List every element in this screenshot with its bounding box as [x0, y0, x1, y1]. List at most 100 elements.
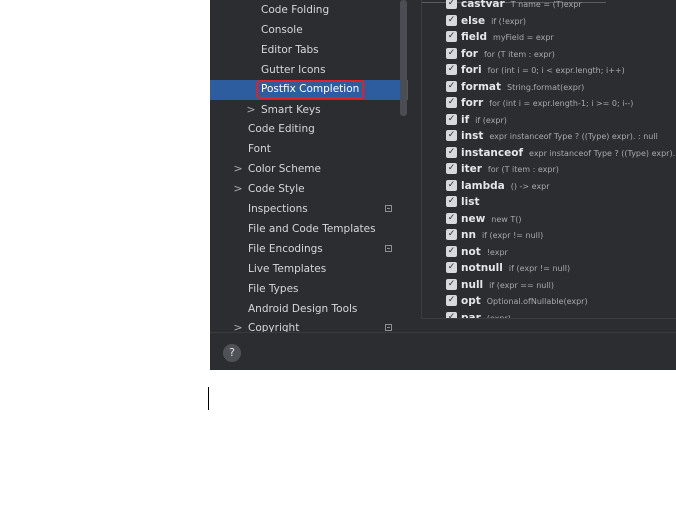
template-checkbox[interactable]: ✓ [446, 196, 457, 208]
sidebar-item[interactable]: Android Design Tools [210, 299, 408, 319]
template-checkbox[interactable]: ✓ [446, 262, 457, 274]
template-example: (expr) [486, 313, 511, 319]
template-key: null if (expr == null) [461, 277, 554, 294]
chevron-right-icon[interactable]: > [232, 318, 244, 332]
sidebar-item-label: File and Code Templates [248, 222, 376, 235]
sidebar-item[interactable]: > Smart Keys [210, 100, 408, 120]
template-checkbox[interactable]: ✓ [446, 31, 457, 43]
sidebar-item[interactable]: Console [210, 20, 408, 40]
sidebar-item[interactable]: Editor Tabs [210, 40, 408, 60]
template-example: !expr [486, 247, 508, 257]
template-key-text: par [461, 311, 481, 319]
template-checkbox[interactable]: ✓ [446, 0, 457, 9]
project-scope-icon [385, 244, 392, 252]
template-example: if (expr) [475, 115, 507, 125]
template-key-text: format [461, 80, 502, 93]
template-example: new T() [491, 214, 522, 224]
template-checkbox[interactable]: ✓ [446, 229, 457, 241]
sidebar-item[interactable]: File Encodings [210, 239, 408, 259]
template-example: if (expr == null) [489, 280, 554, 290]
sidebar-item-label: Postfix Completion [255, 79, 365, 99]
dialog-bottom-bar: ? [210, 332, 676, 370]
sidebar-item-label: Code Editing [248, 123, 315, 136]
template-key-text: if [461, 113, 470, 126]
sidebar-item-label: Smart Keys [261, 103, 321, 116]
sidebar-item-label: File Types [248, 282, 299, 295]
template-example: if (expr != null) [508, 264, 571, 274]
template-checkbox[interactable]: ✓ [446, 64, 457, 76]
sidebar-item[interactable]: > Code Style [210, 179, 408, 199]
template-key: else if (!expr) [461, 13, 526, 30]
template-example: myField = expr [493, 33, 554, 43]
template-example: () -> expr [510, 181, 550, 191]
template-key: if if (expr) [461, 112, 507, 129]
sidebar-item[interactable]: Postfix Completion [210, 79, 408, 100]
sidebar-item[interactable]: File and Code Templates [210, 219, 408, 239]
sidebar-item-label: Code Folding [261, 4, 330, 16]
template-example: expr instanceof Type ? ((Type) expr). : … [489, 132, 658, 142]
template-key: not !expr [461, 244, 508, 261]
template-example: String.format(expr) [507, 82, 585, 92]
template-checkbox[interactable]: ✓ [446, 311, 457, 318]
template-checkbox[interactable]: ✓ [446, 14, 457, 26]
template-key: inst expr instanceof Type ? ((Type) expr)… [461, 128, 658, 145]
template-key-text: nn [461, 229, 476, 242]
template-key-text: new [461, 212, 486, 225]
template-checkbox[interactable]: ✓ [446, 245, 457, 257]
template-key-text: field [461, 31, 488, 44]
template-checkbox[interactable]: ✓ [446, 113, 457, 125]
template-key: nn if (expr != null) [461, 227, 543, 244]
sidebar-item[interactable]: Code Folding [210, 0, 408, 20]
sidebar-item-label: Live Templates [248, 262, 327, 275]
template-checkbox[interactable]: ✓ [446, 80, 457, 92]
template-key-text: instanceof [461, 146, 524, 159]
template-example: for (int i = expr.length-1; i >= 0; i--) [489, 99, 634, 109]
template-key-text: inst [461, 130, 484, 143]
sidebar-item-label: Inspections [248, 203, 308, 215]
sidebar-item[interactable]: > Copyright [210, 318, 408, 332]
chevron-right-icon[interactable]: > [232, 179, 244, 199]
template-checkbox[interactable]: ✓ [446, 97, 457, 109]
sidebar-item[interactable]: Font [210, 139, 408, 159]
sidebar-item-label: Gutter Icons [261, 63, 326, 76]
template-checkbox[interactable]: ✓ [446, 295, 457, 307]
template-key: new new T() [461, 211, 522, 228]
chevron-right-icon[interactable]: > [245, 100, 257, 120]
text-cursor [208, 387, 209, 410]
sidebar-item-label: File Encodings [248, 242, 323, 255]
sidebar-item[interactable]: > Color Scheme [210, 159, 408, 179]
template-key: field myField = expr [461, 29, 554, 46]
template-key-text: lambda [461, 179, 505, 192]
template-checkbox[interactable]: ✓ [446, 146, 457, 158]
template-key-text: fori [461, 64, 482, 77]
template-example: expr instanceof Type ? ((Type) expr). [529, 148, 676, 158]
template-key-text: else [461, 14, 486, 27]
template-checkbox[interactable]: ✓ [446, 163, 457, 175]
sidebar-item[interactable]: Code Editing [210, 119, 408, 139]
template-checkbox[interactable]: ✓ [446, 130, 457, 142]
template-key: lambda () -> expr [461, 178, 550, 195]
chevron-right-icon[interactable]: > [232, 159, 244, 179]
template-example: T name = (T)expr [510, 0, 582, 9]
sidebar-item-label: Editor Tabs [261, 43, 319, 56]
template-example: if (!expr) [491, 16, 527, 26]
sidebar-item[interactable]: Gutter Icons [210, 60, 408, 80]
sidebar-item[interactable]: File Types [210, 279, 408, 299]
sidebar-item-label: Copyright [248, 322, 300, 332]
template-checkbox[interactable]: ✓ [446, 179, 457, 191]
template-example: for (T item : expr) [483, 49, 555, 59]
sidebar-item-label: Android Design Tools [248, 302, 358, 315]
sidebar-item-label: Color Scheme [248, 163, 321, 176]
help-button[interactable]: ? [223, 344, 241, 362]
template-key: instanceof expr instanceof Type ? ((Type)… [461, 145, 675, 162]
sidebar-scrollbar[interactable] [400, 0, 407, 116]
sidebar-item[interactable]: Inspections [210, 199, 408, 219]
template-key: forr for (int i = expr.length-1; i >= 0; … [461, 95, 633, 112]
template-key: iter for (T item : expr) [461, 161, 559, 178]
template-example: for (T item : expr) [487, 165, 559, 175]
template-checkbox[interactable]: ✓ [446, 212, 457, 224]
sidebar-item[interactable]: Live Templates [210, 259, 408, 279]
template-checkbox[interactable]: ✓ [446, 278, 457, 290]
template-checkbox[interactable]: ✓ [446, 47, 457, 59]
template-key: par (expr) [461, 310, 511, 319]
